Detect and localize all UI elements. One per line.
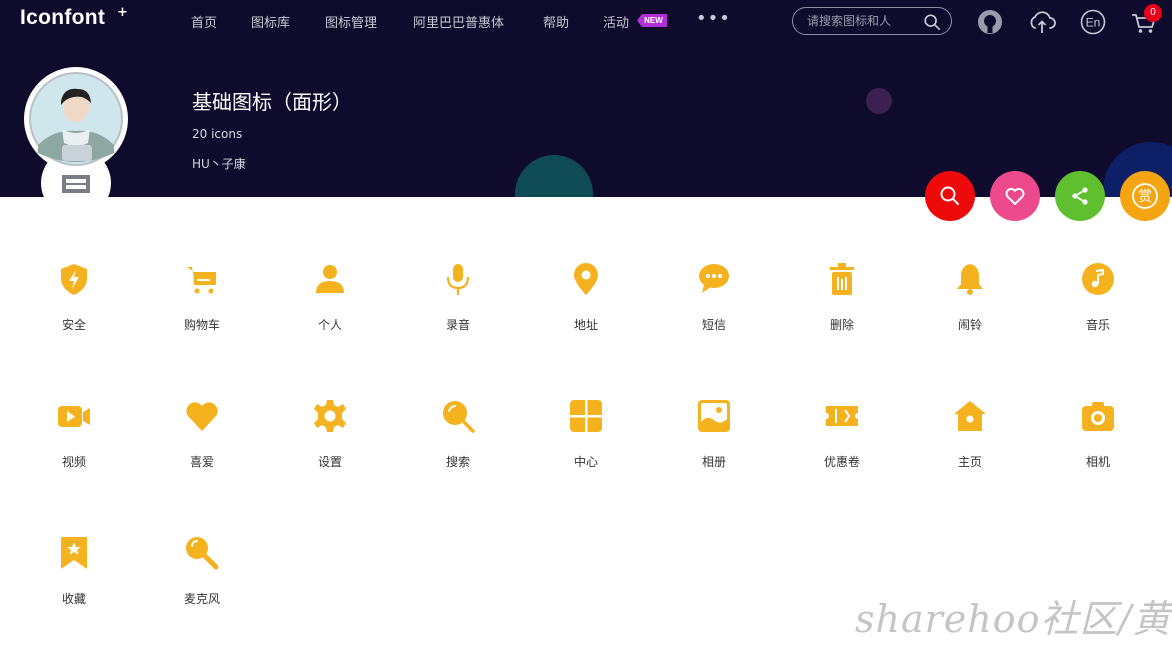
- nav-icon-library[interactable]: 图标库: [251, 12, 290, 31]
- search-icon[interactable]: [923, 13, 941, 31]
- icon-card[interactable]: 搜索: [394, 398, 522, 508]
- icon-card[interactable]: 购物车: [138, 261, 266, 371]
- bell-icon: [957, 264, 983, 295]
- icon-label: 地址: [573, 318, 598, 332]
- coupon-icon: [826, 406, 858, 426]
- icon-label: 录音: [445, 318, 470, 332]
- icon-set-title: 基础图标（面形）: [192, 90, 352, 114]
- heart-icon: [1005, 187, 1025, 205]
- icon-card[interactable]: 相册: [650, 398, 778, 508]
- language-label: En: [1086, 16, 1101, 30]
- heart-icon: [186, 402, 218, 431]
- icon-label: 个人: [317, 318, 342, 332]
- fab-search-button[interactable]: [925, 171, 975, 221]
- decor-circle-small: [866, 88, 892, 114]
- icon-card[interactable]: 闹铃: [906, 261, 1034, 371]
- language-en-icon[interactable]: En: [1080, 9, 1106, 35]
- icon-label: 麦克风: [183, 592, 220, 606]
- page: Iconfont + 首页 图标库 图标管理 阿里巴巴普惠体 帮助 活动 NEW…: [0, 0, 1172, 648]
- icon-card[interactable]: 设置: [266, 398, 394, 508]
- icon-label: 优惠卷: [823, 455, 860, 469]
- camera-icon: [1082, 402, 1114, 431]
- icon-label: 视频: [61, 455, 86, 469]
- avatar-illustration: [29, 72, 123, 166]
- logo-plus-mark: +: [117, 5, 128, 20]
- icon-card[interactable]: 短信: [650, 261, 778, 371]
- avatar[interactable]: [24, 67, 128, 171]
- shield-icon: [61, 264, 87, 295]
- microphone-icon: [446, 264, 470, 295]
- nav-help[interactable]: 帮助: [543, 12, 569, 31]
- decor-circle-teal: [515, 155, 593, 197]
- icon-label: 搜索: [445, 455, 470, 469]
- icon-label: 安全: [61, 318, 86, 332]
- nav-icon-manage[interactable]: 图标管理: [325, 12, 377, 31]
- nav-puhuiti-font[interactable]: 阿里巴巴普惠体: [413, 12, 504, 31]
- search-box: [792, 7, 952, 35]
- nav-home[interactable]: 首页: [191, 12, 217, 31]
- icon-label: 购物车: [183, 318, 220, 332]
- user-icon: [316, 265, 344, 293]
- icon-card[interactable]: 地址: [522, 261, 650, 371]
- icon-card[interactable]: 麦克风: [138, 535, 266, 645]
- icon-label: 设置: [317, 455, 342, 469]
- icon-card[interactable]: 主页: [906, 398, 1034, 508]
- cart-icon: [187, 267, 216, 294]
- cart-count-badge: 0: [1144, 4, 1162, 22]
- fab-share-button[interactable]: [1055, 171, 1105, 221]
- icon-card[interactable]: 收藏: [10, 535, 138, 645]
- icon-label: 相册: [701, 455, 726, 469]
- icon-card[interactable]: 视频: [10, 398, 138, 508]
- icon-card[interactable]: 录音: [394, 261, 522, 371]
- avatar-badge-icon: [62, 175, 90, 193]
- search-input[interactable]: [807, 12, 919, 30]
- new-badge: NEW: [637, 14, 667, 27]
- reward-icon: 赏: [1132, 183, 1158, 209]
- icon-label: 删除: [829, 318, 854, 332]
- icon-set-count: 20 icons: [192, 127, 243, 141]
- gear-icon: [314, 400, 346, 432]
- icon-card[interactable]: 中心: [522, 398, 650, 508]
- icon-card[interactable]: 音乐: [1034, 261, 1162, 371]
- music-note-icon: [1082, 263, 1114, 295]
- icon-label: 中心: [573, 455, 598, 469]
- icon-card[interactable]: 个人: [266, 261, 394, 371]
- chat-bubble-icon: [699, 264, 729, 293]
- trash-icon: [830, 263, 854, 295]
- site-logo[interactable]: Iconfont: [20, 6, 105, 30]
- icon-card[interactable]: 喜爱: [138, 398, 266, 508]
- icon-card[interactable]: 优惠卷: [778, 398, 906, 508]
- image-icon: [698, 400, 730, 432]
- nav-activity[interactable]: 活动: [603, 12, 629, 31]
- icon-card[interactable]: 安全: [10, 261, 138, 371]
- bookmark-star-icon: [61, 537, 87, 569]
- search-icon: [940, 186, 959, 205]
- icon-card[interactable]: 相机: [1034, 398, 1162, 508]
- nav-more-button[interactable]: •••: [696, 8, 731, 29]
- watermark: sharehoo社区/黄小: [855, 597, 1172, 641]
- grid-icon: [570, 400, 602, 432]
- icon-label: 喜爱: [189, 455, 214, 469]
- upload-cloud-icon[interactable]: [1028, 9, 1056, 35]
- icon-label: 音乐: [1085, 318, 1110, 332]
- location-pin-icon: [574, 263, 598, 295]
- icon-label: 相机: [1085, 455, 1110, 469]
- header-banner: Iconfont + 首页 图标库 图标管理 阿里巴巴普惠体 帮助 活动 NEW…: [0, 0, 1172, 197]
- fab-favorite-button[interactable]: [990, 171, 1040, 221]
- icon-label: 闹铃: [957, 318, 982, 332]
- home-icon: [954, 401, 986, 431]
- karaoke-microphone-icon: [186, 537, 219, 570]
- search-icon: [443, 401, 475, 433]
- share-icon: [1072, 187, 1088, 205]
- icon-label: 短信: [701, 318, 726, 332]
- github-icon[interactable]: [977, 9, 1003, 35]
- icon-label: 主页: [957, 455, 982, 469]
- icon-label: 收藏: [61, 592, 86, 606]
- fab-reward-button[interactable]: 赏: [1120, 171, 1170, 221]
- video-camera-icon: [58, 406, 90, 427]
- icon-card[interactable]: 删除: [778, 261, 906, 371]
- icon-set-author[interactable]: HU丶子康: [192, 155, 246, 172]
- reward-label: 赏: [1138, 189, 1152, 205]
